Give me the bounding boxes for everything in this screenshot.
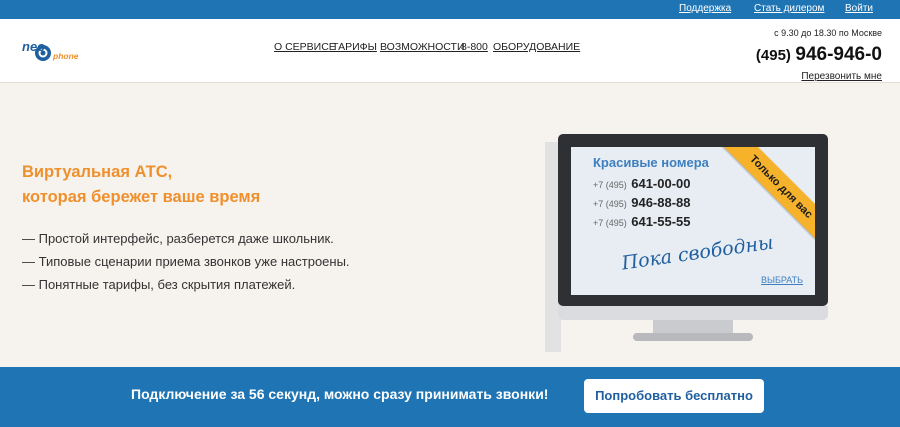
cta-text: Подключение за 56 секунд, можно сразу пр…: [131, 386, 549, 402]
callback-link[interactable]: Перезвонить мне: [801, 71, 882, 82]
cta-bar: Подключение за 56 секунд, можно сразу пр…: [0, 367, 900, 427]
site-header: neo phone О СЕРВИСЕ ТАРИФЫ ВОЗМОЖНОСТИ 8…: [0, 19, 900, 83]
promo-number-prefix: +7 (495): [593, 218, 627, 228]
header-phone: (495) 946-946-0: [756, 44, 882, 66]
promo-number-prefix: +7 (495): [593, 180, 627, 190]
choose-number-link[interactable]: ВЫБРАТЬ: [761, 275, 803, 285]
feature-list: — Простой интерфейс, разберется даже шко…: [22, 230, 350, 299]
promo-number-row: +7 (495) 946-88-88: [593, 194, 691, 212]
promo-number: 641-00-00: [631, 176, 691, 191]
top-bar: Поддержка Стать дилером Войти: [0, 0, 900, 19]
promo-script-text: Пока свободны: [620, 231, 775, 275]
monitor-stand-neck: [653, 320, 733, 334]
nav-item-features[interactable]: ВОЗМОЖНОСТИ: [380, 41, 465, 53]
logo-text-phone: phone: [52, 51, 79, 61]
try-free-button[interactable]: Попробовать бесплатно: [584, 379, 764, 413]
feature-item: — Типовые сценарии приема звонков уже на…: [22, 254, 350, 269]
monitor-bezel: [558, 306, 828, 320]
nav-item-tariffs[interactable]: ТАРИФЫ: [332, 41, 377, 53]
promo-number-row: +7 (495) 641-55-55: [593, 213, 691, 231]
neophone-logo[interactable]: neo phone: [22, 37, 102, 65]
hero-title-line1: Виртуальная АТС,: [22, 163, 173, 181]
promo-title: Красивые номера: [593, 155, 709, 170]
feature-item: — Понятные тарифы, без скрытия платежей.: [22, 277, 296, 292]
working-hours: с 9.30 до 18.30 по Москве: [774, 28, 882, 38]
promo-number-row: +7 (495) 641-00-00: [593, 175, 691, 193]
promo-number: 641-55-55: [631, 214, 691, 229]
monitor-stand-base: [633, 333, 753, 341]
monitor-illustration: Красивые номера +7 (495) 641-00-00 +7 (4…: [545, 128, 845, 353]
hero-title: Виртуальная АТС, которая бережет ваше вр…: [22, 160, 260, 210]
hero-title-line2: которая бережет ваше время: [22, 188, 261, 206]
nav-item-8800[interactable]: 8-800: [461, 41, 488, 53]
login-link[interactable]: Войти: [845, 3, 873, 14]
phone-code: (495): [755, 47, 791, 64]
nav-item-equipment[interactable]: ОБОРУДОВАНИЕ: [493, 41, 580, 53]
promo-number-prefix: +7 (495): [593, 199, 627, 209]
phone-number: 946-946-0: [795, 44, 882, 65]
feature-item: — Простой интерфейс, разберется даже шко…: [22, 231, 334, 246]
promo-number: 946-88-88: [631, 195, 691, 210]
monitor-screen: Красивые номера +7 (495) 641-00-00 +7 (4…: [571, 147, 815, 295]
logo-text-neo: neo: [22, 39, 45, 54]
support-link[interactable]: Поддержка: [679, 3, 731, 14]
become-dealer-link[interactable]: Стать дилером: [754, 3, 824, 14]
nav-item-about[interactable]: О СЕРВИСЕ: [274, 41, 336, 53]
